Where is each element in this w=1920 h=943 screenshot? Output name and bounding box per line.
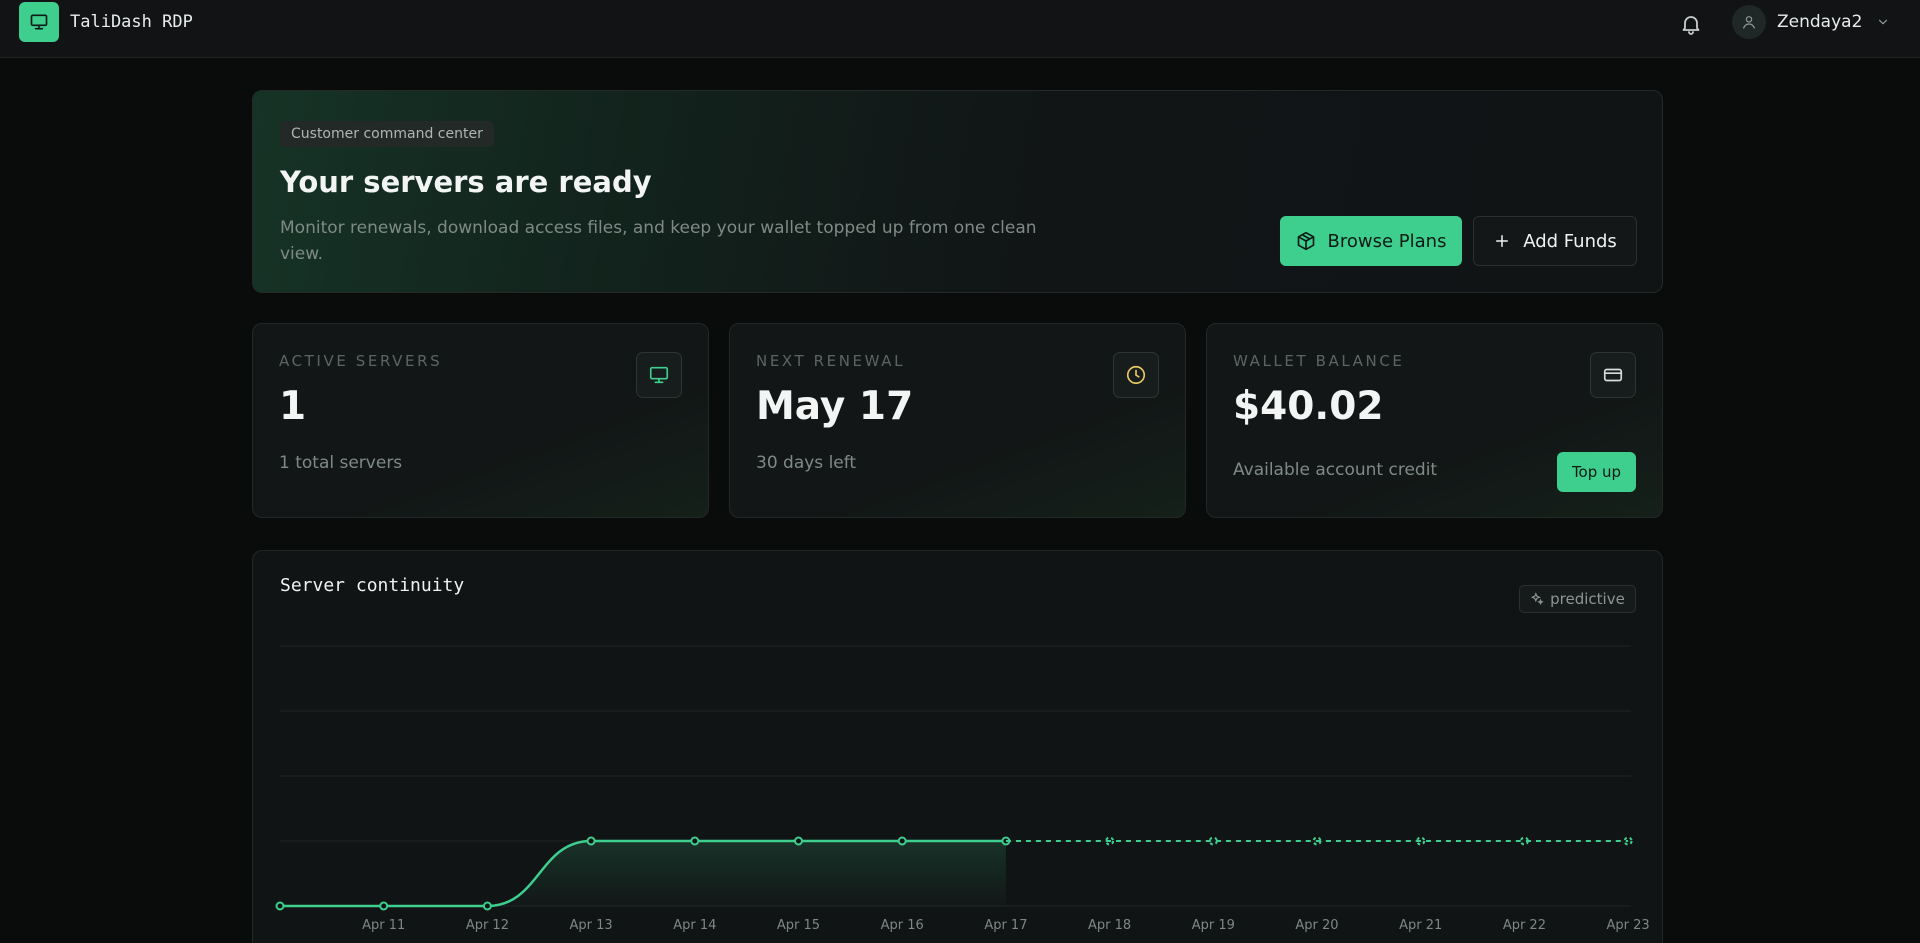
bell-icon[interactable] <box>1679 12 1703 36</box>
stat-card-wallet-balance: WALLET BALANCE $40.02 Available account … <box>1206 323 1663 518</box>
x-tick-label: Apr 12 <box>466 918 509 933</box>
continuity-chart: Apr 11 Apr 12 Apr 13 Apr 14 Apr 15 Apr 16 Apr … <box>275 645 1650 933</box>
stat-subtext: 30 days left <box>756 453 857 473</box>
x-tick-label: Apr 16 <box>881 918 924 933</box>
brand-name[interactable]: TaliDash RDP <box>70 12 193 32</box>
x-tick-label: Apr 17 <box>984 918 1027 933</box>
data-point <box>379 901 389 911</box>
series-area <box>280 841 1006 906</box>
stat-label: ACTIVE SERVERS <box>279 352 443 370</box>
top-bar: TaliDash RDP Zendaya2 <box>0 0 1920 58</box>
data-point <box>275 901 285 911</box>
clock-icon <box>1113 352 1159 398</box>
stat-card-active-servers: ACTIVE SERVERS 1 1 total servers <box>252 323 709 518</box>
x-tick-label: Apr 18 <box>1088 918 1131 933</box>
stat-label: WALLET BALANCE <box>1233 352 1405 370</box>
x-tick-label: Apr 14 <box>673 918 716 933</box>
data-point <box>897 836 907 846</box>
stat-subtext: Available account credit <box>1233 460 1438 480</box>
logo-icon[interactable] <box>19 2 59 42</box>
x-tick-label: Apr 15 <box>777 918 820 933</box>
hero-description: Monitor renewals, download access files,… <box>280 218 1037 264</box>
hero-panel: Customer command center Your servers are… <box>252 90 1663 293</box>
x-tick-label: Apr 13 <box>570 918 613 933</box>
credit-card-icon <box>1590 352 1636 398</box>
stat-value: May 17 <box>756 384 914 429</box>
chevron-down-icon[interactable] <box>1876 15 1890 29</box>
add-funds-label: Add Funds <box>1523 230 1617 252</box>
user-icon <box>1743 16 1755 29</box>
package-icon <box>1297 231 1314 251</box>
top-up-button[interactable]: Top up <box>1557 452 1636 492</box>
data-point <box>586 836 596 846</box>
x-tick-label: Apr 20 <box>1295 918 1338 933</box>
browse-plans-button[interactable]: Browse Plans <box>1280 216 1462 266</box>
stat-card-next-renewal: NEXT RENEWAL May 17 30 days left <box>729 323 1186 518</box>
x-tick-label: Apr 22 <box>1503 918 1546 933</box>
x-tick-label: Apr 19 <box>1192 918 1235 933</box>
browse-plans-label: Browse Plans <box>1327 230 1447 252</box>
user-menu[interactable]: Zendaya2 <box>1732 4 1890 40</box>
username[interactable]: Zendaya2 <box>1777 12 1862 32</box>
x-tick-label: Apr 21 <box>1399 918 1442 933</box>
avatar[interactable] <box>1732 5 1766 39</box>
stat-value: 1 <box>279 384 307 429</box>
add-funds-button[interactable]: Add Funds <box>1473 216 1637 266</box>
data-point <box>482 901 492 911</box>
x-tick-label: Apr 23 <box>1607 918 1650 933</box>
plus-icon <box>1496 235 1509 247</box>
stat-subtext: 1 total servers <box>279 453 403 473</box>
section-pill: Customer command center <box>280 121 494 147</box>
server-continuity-card: Server continuity predictive Apr 11 Apr 1… <box>252 550 1663 943</box>
data-point <box>794 836 803 846</box>
monitor-icon <box>636 352 682 398</box>
stat-value: $40.02 <box>1233 384 1384 429</box>
stat-label: NEXT RENEWAL <box>756 352 906 370</box>
x-tick-label: Apr 11 <box>362 918 405 933</box>
data-point <box>690 836 700 846</box>
page-title: Your servers are ready <box>280 165 652 199</box>
